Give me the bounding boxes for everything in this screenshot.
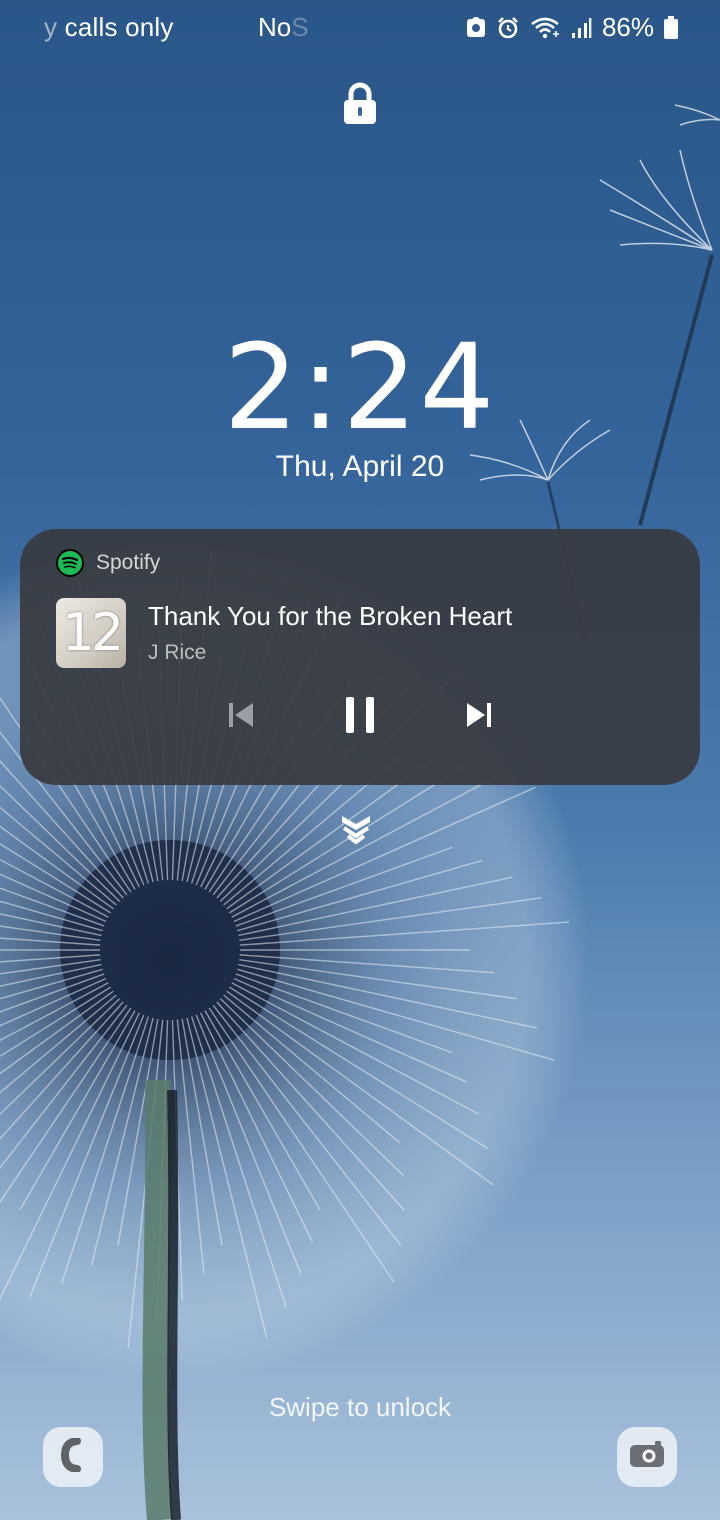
swipe-to-unlock-label: Swipe to unlock [268,1392,452,1422]
media-notification[interactable]: Spotify 12 Thank You for the Broken Hear… [20,529,700,785]
app-name: Spotify [96,551,161,574]
phone-icon [59,1436,87,1477]
status-icons: 86% [466,12,678,43]
wifi-icon [530,16,560,40]
clock-date: Thu, April 20 [275,450,445,483]
camera-shortcut[interactable] [617,1427,677,1487]
vpn-icon [466,16,486,39]
playback-controls [20,695,700,739]
notification-header: Spotify [56,549,160,577]
track-title: Thank You for the Broken Heart [148,601,513,631]
battery-icon [664,15,678,40]
status-bar: y calls only NoS 86% [0,0,720,56]
previous-icon [227,701,255,734]
previous-button[interactable] [219,695,263,739]
next-button[interactable] [457,695,501,739]
pause-icon [344,696,376,739]
signal-icon [570,17,592,39]
carrier-label: y calls only [44,12,174,42]
album-art: 12 [56,598,126,668]
clock-time: 2:24 [223,318,497,456]
expand-notifications-icon[interactable] [338,812,374,848]
spotify-icon [56,549,84,577]
album-art-text: 12 [61,603,124,663]
alarm-icon [496,16,520,40]
pause-button[interactable] [338,695,382,739]
phone-shortcut[interactable] [43,1427,103,1487]
camera-icon [628,1440,666,1475]
next-icon [465,701,493,734]
lock-icon[interactable] [342,82,378,126]
sim-status: NoS [258,12,309,42]
battery-percent: 86% [601,12,654,42]
track-artist: J Rice [148,641,207,664]
